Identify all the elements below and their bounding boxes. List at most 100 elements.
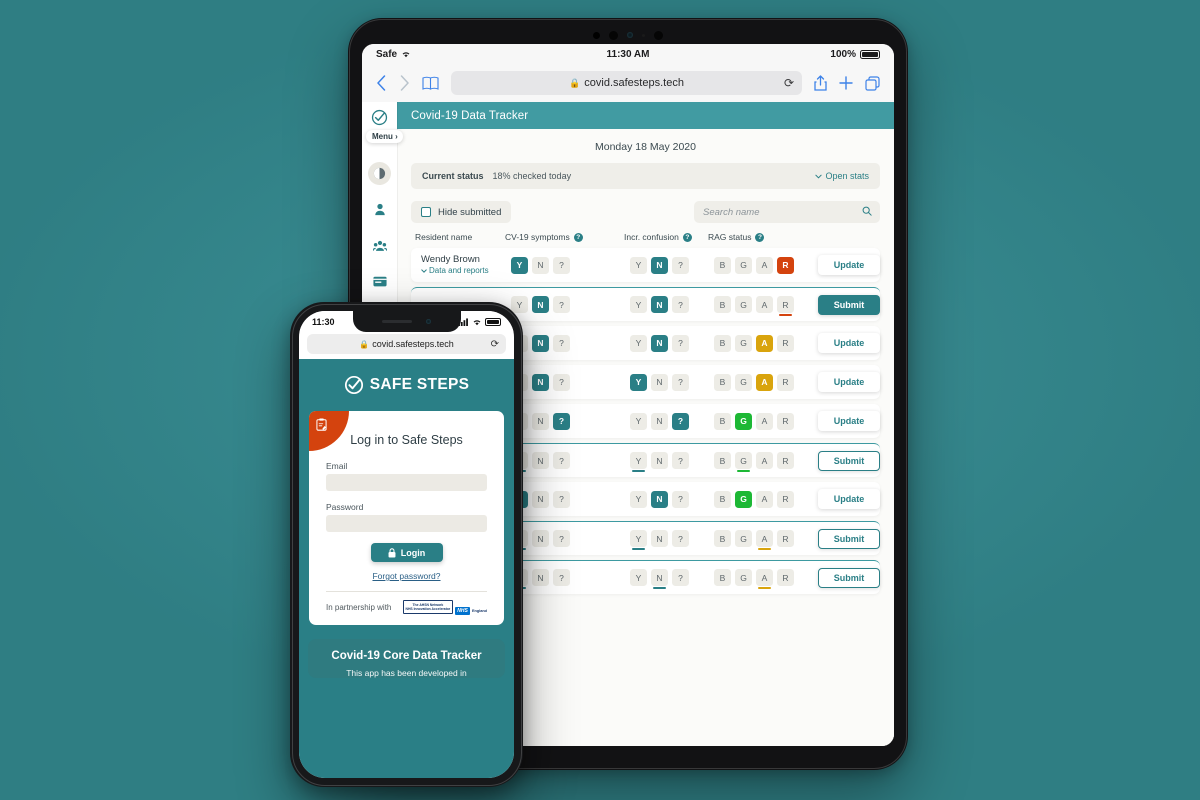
group-icon[interactable]: [368, 234, 391, 257]
option-unknown[interactable]: ?: [672, 296, 689, 313]
option-unknown[interactable]: ?: [553, 530, 570, 547]
option-A[interactable]: A: [756, 569, 773, 589]
option-N[interactable]: N: [651, 334, 668, 352]
share-icon[interactable]: [814, 75, 827, 91]
option-unknown[interactable]: ?: [672, 334, 689, 352]
option-G[interactable]: G: [735, 569, 752, 586]
option-A[interactable]: A: [756, 256, 773, 274]
option-unknown[interactable]: ?: [553, 490, 570, 508]
option-N[interactable]: N: [532, 490, 549, 508]
reload-icon[interactable]: ⟳: [784, 76, 794, 90]
option-R[interactable]: R: [777, 452, 794, 469]
option-B[interactable]: B: [714, 490, 731, 508]
update-button[interactable]: Update: [818, 255, 880, 275]
help-icon-symptoms[interactable]: ?: [573, 232, 583, 242]
data-and-reports-link[interactable]: Data and reports: [421, 266, 511, 276]
option-Y[interactable]: Y: [630, 334, 647, 352]
option-Y[interactable]: Y: [630, 373, 647, 391]
option-N[interactable]: N: [651, 373, 668, 391]
option-unknown[interactable]: ?: [672, 256, 689, 274]
login-button[interactable]: Login: [370, 543, 443, 562]
option-unknown[interactable]: ?: [672, 530, 689, 547]
option-R[interactable]: R: [777, 256, 794, 274]
option-R[interactable]: R: [777, 490, 794, 508]
help-icon-confusion[interactable]: ?: [682, 232, 692, 242]
option-R[interactable]: R: [777, 373, 794, 391]
new-tab-icon[interactable]: [839, 76, 853, 90]
update-button[interactable]: Update: [818, 489, 880, 509]
option-N[interactable]: N: [532, 412, 549, 430]
option-B[interactable]: B: [714, 373, 731, 391]
update-button[interactable]: Update: [818, 372, 880, 392]
option-N[interactable]: N: [651, 569, 668, 589]
reload-icon[interactable]: ⟳: [491, 339, 499, 350]
option-N[interactable]: N: [532, 530, 549, 547]
option-N[interactable]: N: [532, 373, 549, 391]
option-B[interactable]: B: [714, 412, 731, 430]
forgot-password-link[interactable]: Forgot password?: [326, 571, 487, 581]
table-row[interactable]: Wendy Brown Data and reports Y N? Y N? B G A R Upd…: [411, 248, 880, 282]
search-icon[interactable]: [862, 203, 872, 221]
update-button[interactable]: Update: [818, 411, 880, 431]
option-unknown[interactable]: ?: [553, 373, 570, 391]
option-R[interactable]: R: [777, 530, 794, 547]
forward-icon[interactable]: [399, 75, 410, 91]
option-Y[interactable]: Y: [630, 452, 647, 472]
option-Y[interactable]: Y: [630, 296, 647, 313]
email-field[interactable]: [326, 474, 487, 491]
option-Y[interactable]: Y: [511, 256, 528, 274]
option-R[interactable]: R: [777, 412, 794, 430]
option-N[interactable]: N: [651, 530, 668, 547]
option-G[interactable]: G: [735, 412, 752, 430]
submit-button[interactable]: Submit: [818, 567, 880, 588]
option-unknown[interactable]: ?: [672, 569, 689, 586]
option-G[interactable]: G: [735, 334, 752, 352]
bookmarks-icon[interactable]: [422, 76, 439, 90]
hide-submitted-toggle[interactable]: Hide submitted: [411, 201, 512, 223]
address-bar[interactable]: 🔒 covid.safesteps.tech ⟳: [451, 71, 802, 95]
tabs-icon[interactable]: [865, 75, 880, 91]
option-unknown[interactable]: ?: [553, 296, 570, 313]
option-unknown[interactable]: ?: [672, 490, 689, 508]
phone-address-bar[interactable]: 🔒 covid.safesteps.tech ⟳: [307, 334, 506, 354]
option-N[interactable]: N: [532, 452, 549, 469]
option-B[interactable]: B: [714, 530, 731, 547]
back-icon[interactable]: [376, 75, 387, 91]
option-N[interactable]: N: [532, 296, 549, 313]
contrast-avatar-icon[interactable]: [368, 162, 391, 185]
submit-button[interactable]: Submit: [818, 450, 880, 471]
option-Y[interactable]: Y: [511, 296, 528, 313]
option-B[interactable]: B: [714, 452, 731, 469]
hide-submitted-checkbox[interactable]: [421, 207, 431, 217]
option-G[interactable]: G: [735, 296, 752, 313]
option-G[interactable]: G: [735, 490, 752, 508]
option-unknown[interactable]: ?: [553, 334, 570, 352]
option-B[interactable]: B: [714, 296, 731, 313]
option-N[interactable]: N: [651, 256, 668, 274]
option-Y[interactable]: Y: [630, 256, 647, 274]
option-unknown[interactable]: ?: [553, 452, 570, 469]
option-R[interactable]: R: [777, 569, 794, 586]
submit-button[interactable]: Submit: [818, 294, 880, 315]
option-N[interactable]: N: [651, 452, 668, 469]
person-icon[interactable]: [368, 198, 391, 221]
update-button[interactable]: Update: [818, 333, 880, 353]
search-input[interactable]: [703, 206, 871, 218]
option-N[interactable]: N: [532, 334, 549, 352]
option-A[interactable]: A: [756, 530, 773, 550]
option-unknown[interactable]: ?: [553, 569, 570, 586]
option-R[interactable]: R: [777, 296, 794, 316]
option-A[interactable]: A: [756, 334, 773, 352]
option-N[interactable]: N: [651, 490, 668, 508]
safe-steps-logo-icon[interactable]: [371, 109, 388, 131]
option-B[interactable]: B: [714, 256, 731, 274]
search-box[interactable]: [694, 201, 880, 223]
help-icon-rag[interactable]: ?: [755, 232, 765, 242]
option-unknown[interactable]: ?: [672, 412, 689, 430]
option-Y[interactable]: Y: [630, 569, 647, 586]
option-Y[interactable]: Y: [630, 412, 647, 430]
option-unknown[interactable]: ?: [672, 452, 689, 469]
card-icon[interactable]: [368, 270, 391, 293]
option-unknown[interactable]: ?: [672, 373, 689, 391]
password-field[interactable]: [326, 515, 487, 532]
